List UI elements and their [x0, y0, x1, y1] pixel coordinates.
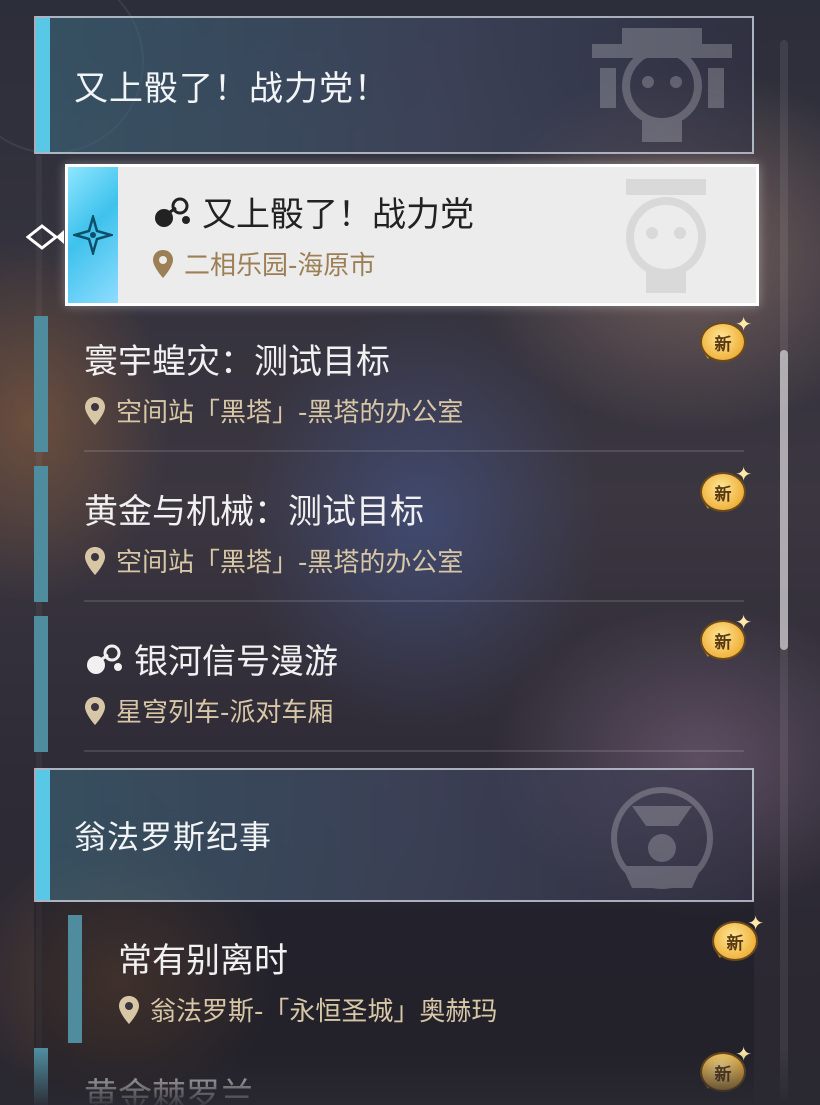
- location-pin-icon: [85, 546, 105, 575]
- quest-location: 空间站「黑塔」-黑塔的办公室: [116, 548, 464, 578]
- quest-accent-bar: [34, 466, 48, 602]
- scrollbar[interactable]: [780, 40, 788, 1100]
- mascot-emblem-icon: [592, 28, 732, 142]
- selected-quest-location: 二相乐园-海原市: [184, 251, 376, 281]
- quest-location-row: 翁法罗斯-「永恒圣城」奥赫玛: [118, 991, 497, 1028]
- dice-quest-icon: [87, 644, 122, 674]
- quest-accent-bar: [68, 915, 82, 1043]
- location-pin-icon: [119, 995, 139, 1024]
- quest-item-golden-rolan[interactable]: 黄金棘罗兰: [34, 1048, 754, 1105]
- quest-title-row: 银河信号漫游: [84, 634, 338, 683]
- divider: [84, 750, 744, 752]
- group-accent-bar: [36, 770, 50, 900]
- quest-item-galaxy-signal[interactable]: 银河信号漫游 星穹列车-派对车厢: [34, 616, 754, 752]
- selected-quest-title: 又上骰了！战力党: [202, 195, 474, 235]
- quest-thumbnail: [68, 167, 118, 303]
- selection-pointer-icon: [26, 224, 64, 250]
- mascot-emblem-icon: [626, 179, 706, 293]
- location-pin-icon: [85, 396, 105, 425]
- quest-location-row: 空间站「黑塔」-黑塔的办公室: [84, 392, 463, 429]
- quest-title: 寰宇蝗灾：测试目标: [84, 342, 390, 382]
- scrollbar-thumb[interactable]: [780, 350, 788, 650]
- selected-quest-title-row: 又上骰了！战力党: [152, 187, 474, 236]
- new-badge: 新 ✦: [696, 1042, 754, 1096]
- quest-title: 黄金棘罗兰: [84, 1076, 254, 1105]
- quest-title: 银河信号漫游: [134, 642, 338, 682]
- new-badge: 新 ✦: [696, 312, 754, 366]
- divider: [84, 600, 744, 602]
- group-header-dice-party[interactable]: 又上骰了！战力党！: [34, 16, 754, 154]
- group-accent-bar: [36, 18, 50, 152]
- new-badge: 新 ✦: [696, 462, 754, 516]
- divider: [84, 450, 744, 452]
- quest-accent-bar: [34, 1048, 48, 1105]
- quest-title: 常有别离时: [118, 941, 288, 981]
- group-title: 又上骰了！战力党！: [74, 68, 389, 109]
- quest-title: 黄金与机械：测试目标: [84, 492, 424, 532]
- quest-location: 空间站「黑塔」-黑塔的办公室: [116, 398, 464, 428]
- amphoreus-emblem-icon: [611, 787, 713, 889]
- quest-item-parting[interactable]: 常有别离时 翁法罗斯-「永恒圣城」奥赫玛: [68, 915, 754, 1043]
- quest-location: 翁法罗斯-「永恒圣城」奥赫玛: [150, 997, 498, 1027]
- location-pin-icon: [153, 249, 173, 278]
- new-badge: 新 ✦: [696, 610, 754, 664]
- location-pin-icon: [85, 696, 105, 725]
- star-diamond-icon: [73, 215, 113, 255]
- group-title: 翁法罗斯纪事: [74, 818, 273, 856]
- quest-location-row: 星穹列车-派对车厢: [84, 692, 333, 729]
- group-header-amphoreus[interactable]: 翁法罗斯纪事: [34, 768, 754, 902]
- quest-accent-bar: [34, 316, 48, 452]
- quest-location: 星穹列车-派对车厢: [116, 698, 334, 728]
- quest-accent-bar: [34, 616, 48, 752]
- quest-location-row: 空间站「黑塔」-黑塔的办公室: [84, 542, 463, 579]
- dice-quest-icon: [155, 197, 190, 227]
- quest-item-gold-gears[interactable]: 黄金与机械：测试目标 空间站「黑塔」-黑塔的办公室: [34, 466, 754, 602]
- selected-quest-card[interactable]: 又上骰了！战力党 二相乐园-海原市: [65, 164, 759, 306]
- selected-quest-location-row: 二相乐园-海原市: [152, 245, 375, 282]
- quest-item-swarm-disaster[interactable]: 寰宇蝗灾：测试目标 空间站「黑塔」-黑塔的办公室: [34, 316, 754, 452]
- new-badge: 新 ✦: [708, 911, 766, 965]
